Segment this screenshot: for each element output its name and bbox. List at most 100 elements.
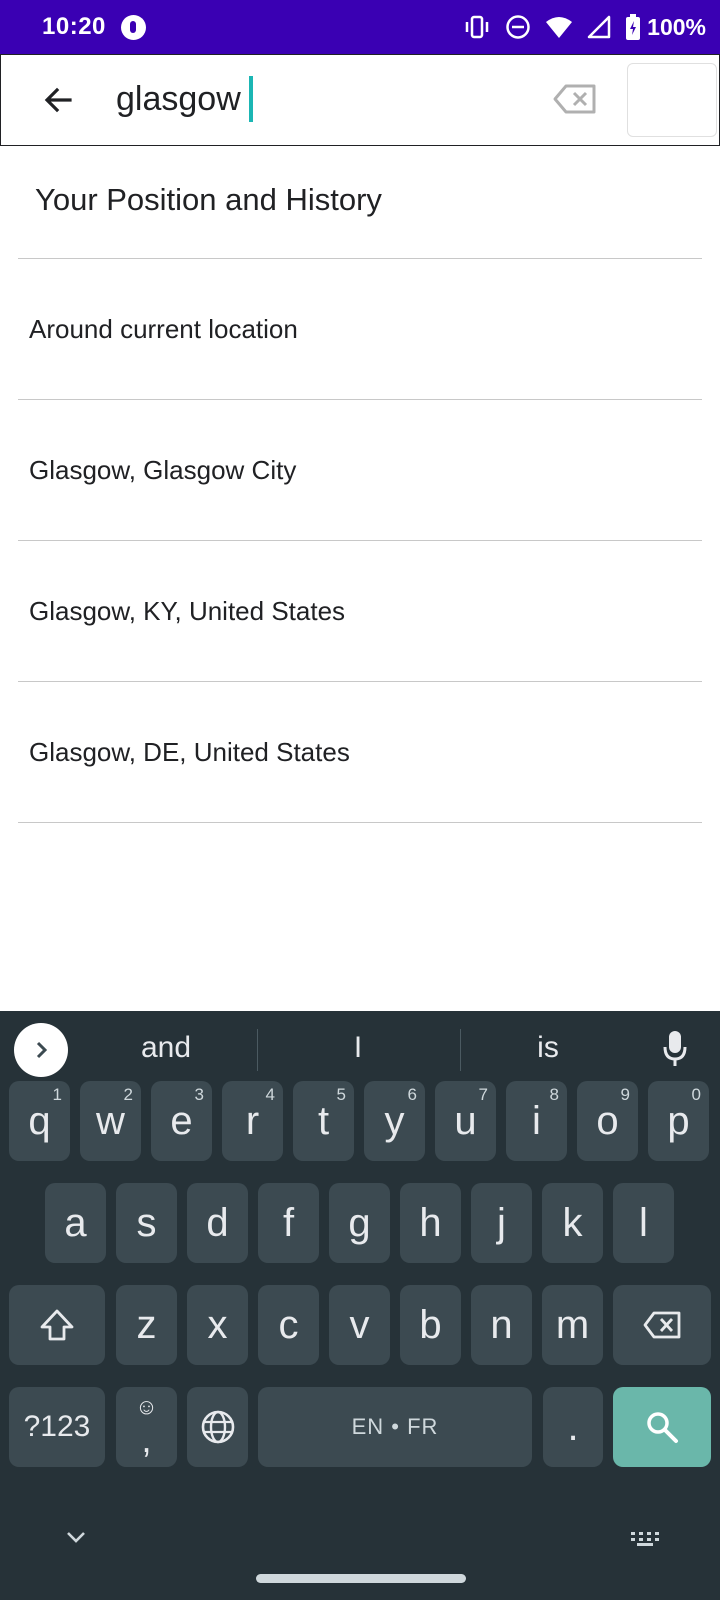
key-h[interactable]: h [400, 1183, 461, 1263]
key-hint: 7 [478, 1085, 488, 1104]
key-label: w [96, 1098, 125, 1143]
key-i[interactable]: i8 [506, 1081, 567, 1161]
search-input-text: glasgow [116, 79, 241, 118]
key-j[interactable]: j [471, 1183, 532, 1263]
search-icon [647, 1412, 678, 1443]
key-label: o [596, 1098, 619, 1143]
suggestion-3[interactable]: is [468, 1031, 628, 1065]
backspace-icon [643, 1311, 681, 1339]
suggestion-2[interactable]: I [278, 1031, 438, 1065]
keyboard-nav-bar [0, 1501, 720, 1600]
result-item[interactable]: Glasgow, Glasgow City [18, 399, 702, 540]
symbols-key[interactable]: ?123 [9, 1387, 105, 1467]
key-t[interactable]: t5 [293, 1081, 354, 1161]
shift-key[interactable] [9, 1285, 105, 1365]
key-f[interactable]: f [258, 1183, 319, 1263]
keyboard-switch-icon[interactable] [630, 1531, 660, 1547]
shift-icon [40, 1309, 74, 1341]
suggestion-1[interactable]: and [86, 1031, 246, 1065]
results-list: Around current location Glasgow, Glasgow… [18, 258, 702, 823]
chevron-right-icon [36, 1041, 48, 1059]
key-c[interactable]: c [258, 1285, 319, 1365]
key-label: r [245, 1098, 260, 1143]
key-y[interactable]: y6 [364, 1081, 425, 1161]
key-m[interactable]: m [542, 1285, 603, 1365]
battery-percentage: 100% [647, 13, 706, 40]
spacebar-key[interactable]: EN • FR [258, 1387, 532, 1467]
key-q[interactable]: q1 [9, 1081, 70, 1161]
period-key[interactable]: . [543, 1387, 603, 1467]
chevron-down-icon[interactable] [64, 1529, 88, 1545]
suggestion-divider [460, 1029, 461, 1071]
emoji-icon: ☺ [135, 1394, 158, 1419]
key-k[interactable]: k [542, 1183, 603, 1263]
key-g[interactable]: g [329, 1183, 390, 1263]
language-key[interactable] [187, 1387, 248, 1467]
key-label: t [317, 1098, 330, 1143]
wifi-icon [546, 17, 573, 38]
status-time: 10:20 [42, 13, 106, 40]
backspace-key[interactable] [613, 1285, 711, 1365]
key-label: p [667, 1098, 690, 1143]
key-z[interactable]: z [116, 1285, 177, 1365]
globe-icon [201, 1410, 234, 1444]
key-p[interactable]: p0 [648, 1081, 709, 1161]
section-title: Your Position and History [35, 182, 382, 217]
search-bar: glasgow [0, 54, 720, 146]
key-hint: 6 [407, 1085, 417, 1104]
back-button[interactable] [31, 73, 85, 127]
key-hint: 4 [265, 1085, 275, 1104]
text-caret [248, 76, 253, 122]
backspace-clear-icon [553, 84, 596, 114]
soft-keyboard: and I is q1 w2 e3 r4 t5 y6 u7 i8 o9 p0 a… [0, 1011, 720, 1600]
clear-search-button[interactable] [549, 79, 601, 119]
divider [18, 822, 702, 823]
search-side-button[interactable] [627, 63, 717, 137]
search-action-key[interactable] [613, 1387, 711, 1467]
status-icons: 100% [463, 12, 706, 42]
key-e[interactable]: e3 [151, 1081, 212, 1161]
arrow-left-icon [44, 87, 72, 113]
result-item[interactable]: Glasgow, KY, United States [18, 540, 702, 681]
comma-key[interactable]: ☺ , [116, 1387, 177, 1467]
key-d[interactable]: d [187, 1183, 248, 1263]
search-input[interactable]: glasgow [116, 76, 253, 122]
key-a[interactable]: a [45, 1183, 106, 1263]
key-v[interactable]: v [329, 1285, 390, 1365]
suggestion-strip: and I is [0, 1011, 720, 1091]
key-label: i [532, 1098, 541, 1143]
result-item-current-location[interactable]: Around current location [18, 258, 702, 399]
app-notification-icon [121, 15, 146, 40]
key-label: u [454, 1098, 477, 1143]
key-hint: 3 [194, 1085, 204, 1104]
key-label: , [141, 1419, 152, 1460]
keyboard-expand-button[interactable] [14, 1023, 68, 1077]
key-label: y [384, 1098, 405, 1143]
key-hint: 9 [620, 1085, 630, 1104]
battery-icon [626, 14, 641, 40]
microphone-icon[interactable] [662, 1029, 688, 1069]
cell-signal-icon [587, 15, 611, 39]
key-u[interactable]: u7 [435, 1081, 496, 1161]
key-label: q [28, 1098, 51, 1143]
key-s[interactable]: s [116, 1183, 177, 1263]
result-item[interactable]: Glasgow, DE, United States [18, 681, 702, 822]
key-hint: 1 [52, 1085, 62, 1104]
suggestion-divider [257, 1029, 258, 1071]
key-hint: 2 [123, 1085, 133, 1104]
key-hint: 0 [691, 1085, 701, 1104]
key-b[interactable]: b [400, 1285, 461, 1365]
key-l[interactable]: l [613, 1183, 674, 1263]
status-bar: 10:20 100% [0, 0, 720, 54]
key-w[interactable]: w2 [80, 1081, 141, 1161]
key-hint: 8 [549, 1085, 559, 1104]
key-o[interactable]: o9 [577, 1081, 638, 1161]
key-label: e [170, 1098, 193, 1143]
key-r[interactable]: r4 [222, 1081, 283, 1161]
key-x[interactable]: x [187, 1285, 248, 1365]
home-gesture-bar[interactable] [256, 1574, 466, 1583]
key-n[interactable]: n [471, 1285, 532, 1365]
key-hint: 5 [336, 1085, 346, 1104]
do-not-disturb-icon [506, 15, 530, 39]
vibrate-icon [465, 15, 489, 39]
